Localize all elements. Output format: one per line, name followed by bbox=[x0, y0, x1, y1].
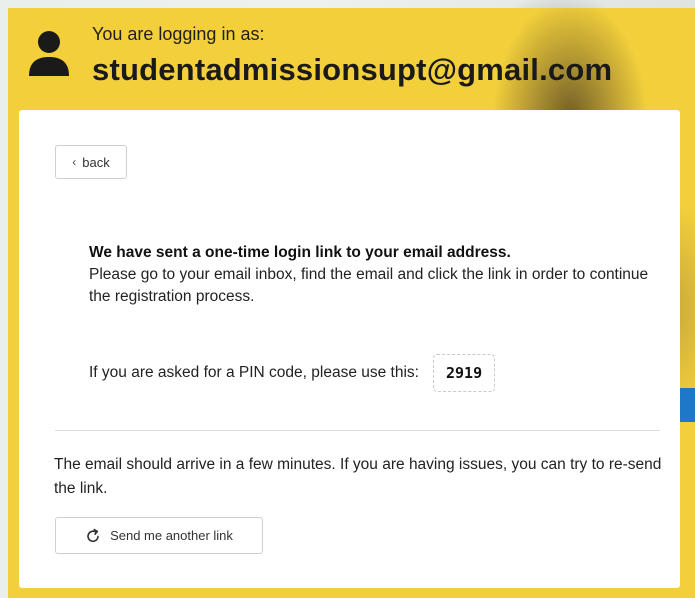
account-email: studentadmissionsupt@gmail.com bbox=[92, 52, 613, 87]
divider bbox=[55, 430, 660, 431]
email-sent-message: We have sent a one-time login link to yo… bbox=[89, 242, 649, 308]
pin-row: If you are asked for a PIN code, please … bbox=[89, 353, 496, 393]
email-sent-title: We have sent a one-time login link to yo… bbox=[89, 244, 511, 261]
email-sent-instructions: Please go to your email inbox, find the … bbox=[89, 266, 649, 305]
user-icon bbox=[29, 31, 69, 76]
pin-code: 2919 bbox=[433, 354, 496, 392]
chevron-left-icon: ‹ bbox=[72, 155, 77, 169]
refresh-icon bbox=[87, 528, 99, 542]
side-feedback-tab[interactable] bbox=[680, 388, 695, 422]
resend-help-text: The email should arrive in a few minutes… bbox=[54, 456, 662, 497]
login-header: You are logging in as: studentadmissions… bbox=[22, 18, 682, 98]
logging-in-label: You are logging in as: bbox=[92, 24, 265, 44]
pin-prompt: If you are asked for a PIN code, please … bbox=[89, 364, 419, 381]
back-button[interactable]: ‹ back bbox=[55, 145, 127, 179]
send-another-link-label: Send me another link bbox=[110, 528, 233, 543]
send-another-link-button[interactable]: Send me another link bbox=[55, 517, 263, 554]
login-card: ‹ back We have sent a one-time login lin… bbox=[19, 110, 680, 588]
back-button-label: back bbox=[82, 154, 110, 170]
